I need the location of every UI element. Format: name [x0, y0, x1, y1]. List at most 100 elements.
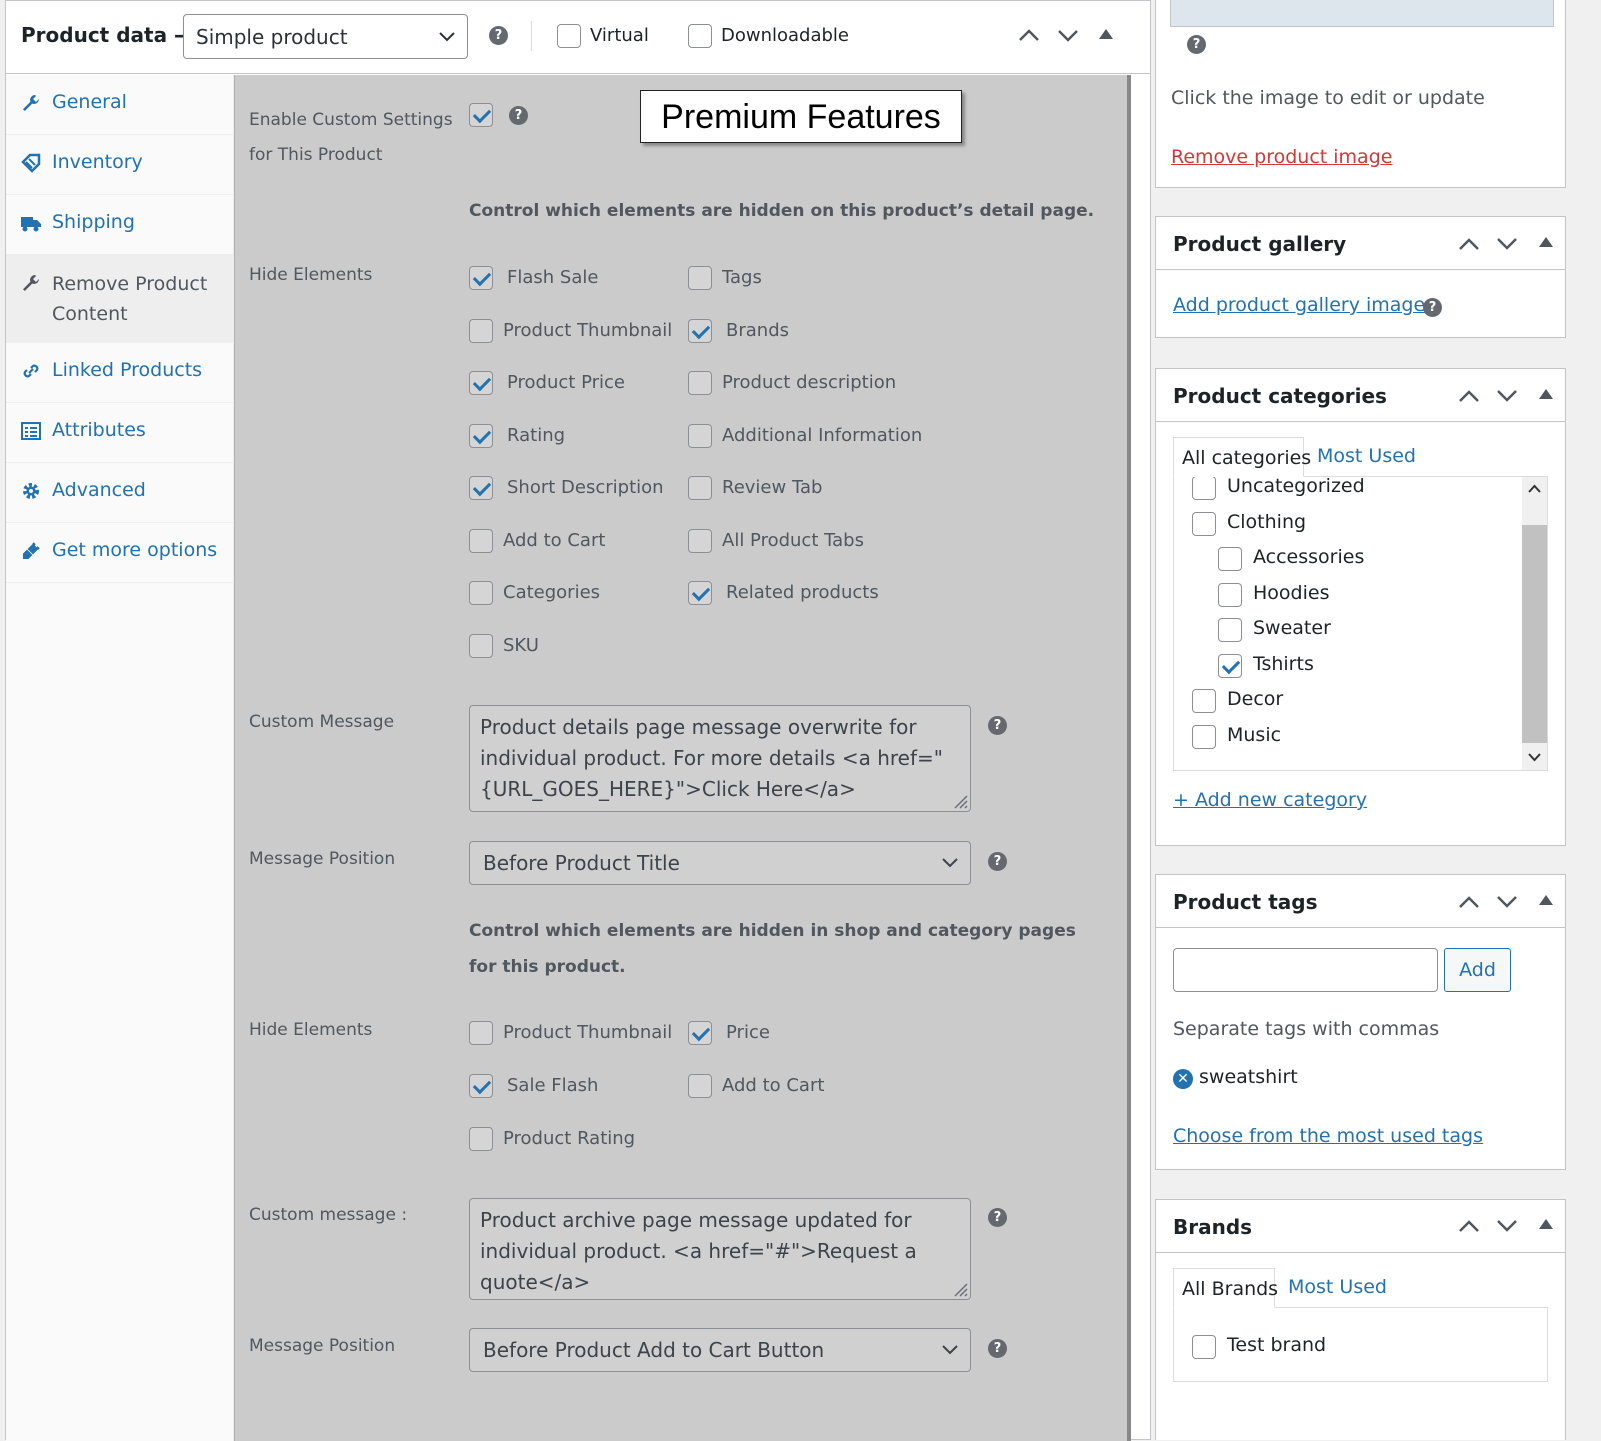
tab-general[interactable]: General [6, 75, 234, 135]
move-down-icon[interactable] [1496, 895, 1518, 909]
tab-linked-products[interactable]: Linked Products [6, 343, 234, 403]
hide-elements-label: Hide Elements [249, 265, 373, 285]
shop-hide-option-checkbox[interactable] [688, 1074, 712, 1098]
message-position-value: Before Product Title [483, 851, 680, 875]
remove-tag-icon[interactable]: ✕ [1173, 1069, 1193, 1089]
hide-option-checkbox[interactable] [688, 476, 712, 500]
resize-grip-icon[interactable] [950, 1279, 968, 1297]
scrollbar[interactable] [1522, 477, 1547, 770]
scroll-down-icon[interactable] [1528, 753, 1541, 762]
shop-hide-option-checkbox[interactable] [469, 1021, 493, 1045]
move-up-icon[interactable] [1458, 237, 1480, 251]
tab-all-categories[interactable]: All categories [1173, 437, 1311, 477]
move-up-icon[interactable] [1458, 895, 1480, 909]
collapse-toggle-icon[interactable] [1539, 1219, 1553, 1229]
shop-hide-option-checkbox[interactable] [469, 1074, 493, 1098]
shop-hide-option-checkbox[interactable] [688, 1021, 712, 1045]
add-tag-button[interactable]: Add [1444, 948, 1511, 992]
hide-option-label: Related products [726, 582, 879, 603]
brand-checkbox[interactable] [1192, 1335, 1216, 1359]
choose-most-used-tags-link[interactable]: Choose from the most used tags [1173, 1125, 1483, 1147]
help-icon[interactable]: ? [988, 1339, 1007, 1358]
product-image-thumbnail[interactable] [1170, 0, 1554, 27]
hide-option-checkbox[interactable] [688, 266, 712, 290]
collapse-toggle-icon[interactable] [1539, 389, 1553, 399]
tab-remove-product-content[interactable]: Remove Product Content [6, 255, 234, 343]
premium-features-banner: Premium Features [640, 90, 962, 143]
tab-attributes[interactable]: Attributes [6, 403, 234, 463]
category-checkbox[interactable] [1218, 582, 1242, 607]
add-gallery-images-link[interactable]: Add product gallery images [1173, 294, 1435, 316]
hide-option-checkbox[interactable] [688, 371, 712, 395]
move-up-icon[interactable] [1018, 28, 1040, 42]
hide-option-checkbox[interactable] [469, 266, 493, 290]
move-down-icon[interactable] [1057, 29, 1079, 43]
hide-option-checkbox[interactable] [469, 318, 493, 343]
category-checkbox[interactable] [1218, 547, 1242, 571]
message-position-2-value: Before Product Add to Cart Button [483, 1338, 825, 1362]
remove-product-content-panel: Enable Custom Settings for This Product … [234, 75, 1131, 1441]
remove-product-image-link[interactable]: Remove product image [1171, 146, 1392, 168]
hide-option-checkbox[interactable] [688, 581, 712, 605]
category-checkbox[interactable] [1192, 511, 1216, 536]
plugin-icon [23, 542, 40, 559]
virtual-checkbox[interactable] [557, 24, 581, 48]
help-icon[interactable]: ? [988, 1208, 1007, 1227]
hide-option-checkbox[interactable] [469, 371, 493, 395]
tab-all-brands[interactable]: All Brands [1173, 1268, 1278, 1308]
tab-most-used[interactable]: Most Used [1317, 445, 1416, 467]
tab-most-used-brands[interactable]: Most Used [1288, 1276, 1387, 1298]
hide-option-checkbox[interactable] [688, 423, 712, 448]
custom-message-textarea[interactable]: Product details page message overwrite f… [469, 705, 971, 812]
hide-option-checkbox[interactable] [469, 528, 493, 553]
help-icon[interactable]: ? [1187, 35, 1206, 54]
hide-option-checkbox[interactable] [469, 476, 493, 500]
shop-hide-option-checkbox[interactable] [469, 1127, 493, 1151]
help-icon[interactable]: ? [509, 106, 528, 125]
tag-input[interactable] [1173, 948, 1438, 992]
scrollbar-thumb[interactable] [1522, 525, 1547, 743]
enable-custom-settings-checkbox[interactable] [469, 103, 493, 127]
move-down-icon[interactable] [1496, 1219, 1518, 1233]
downloadable-checkbox[interactable] [688, 24, 712, 48]
hide-option-label: SKU [503, 634, 539, 656]
tab-inventory[interactable]: Inventory [6, 135, 234, 195]
move-up-icon[interactable] [1458, 1219, 1480, 1233]
category-checkbox[interactable] [1192, 689, 1216, 713]
category-checkbox[interactable] [1218, 653, 1242, 678]
help-icon[interactable]: ? [1423, 298, 1442, 317]
move-up-icon[interactable] [1458, 389, 1480, 403]
category-checkbox[interactable] [1192, 724, 1216, 749]
help-icon[interactable]: ? [489, 26, 508, 45]
collapse-toggle-icon[interactable] [1099, 29, 1113, 39]
tab-shipping[interactable]: Shipping [6, 195, 234, 255]
hide-option-checkbox[interactable] [688, 528, 712, 553]
product-type-select[interactable]: Simple product [183, 14, 468, 59]
resize-grip-icon[interactable] [950, 791, 968, 809]
move-down-icon[interactable] [1496, 389, 1518, 403]
collapse-toggle-icon[interactable] [1539, 237, 1553, 247]
category-checkbox[interactable] [1218, 618, 1242, 642]
hide-option-checkbox[interactable] [469, 423, 493, 448]
help-icon[interactable]: ? [988, 716, 1007, 735]
tab-advanced[interactable]: Advanced [6, 463, 234, 523]
collapse-toggle-icon[interactable] [1539, 895, 1553, 905]
custom-message-2-textarea[interactable]: Product archive page message updated for… [469, 1198, 971, 1300]
message-position-2-select[interactable]: Before Product Add to Cart Button [469, 1328, 971, 1372]
add-new-category-link[interactable]: + Add new category [1173, 789, 1367, 811]
hide-option-checkbox[interactable] [469, 633, 493, 658]
product-data-header: Product data — Simple product ? Virtual … [6, 1, 1150, 74]
shop-hide-option-label: Add to Cart [722, 1075, 825, 1096]
move-down-icon[interactable] [1496, 237, 1518, 251]
hide-option-label: Review Tab [722, 477, 823, 498]
help-icon[interactable]: ? [988, 852, 1007, 871]
product-data-metabox: Product data — Simple product ? Virtual … [5, 0, 1151, 1441]
message-position-select[interactable]: Before Product Title [469, 841, 971, 885]
hide-option-label: Categories [503, 582, 601, 603]
hide-option-checkbox[interactable] [688, 318, 712, 343]
hide-option-label: All Product Tabs [722, 529, 864, 551]
category-checkbox[interactable] [1192, 477, 1216, 500]
scroll-up-icon[interactable] [1528, 484, 1541, 493]
tab-get-more-options[interactable]: Get more options [6, 523, 234, 583]
hide-option-checkbox[interactable] [469, 581, 493, 605]
